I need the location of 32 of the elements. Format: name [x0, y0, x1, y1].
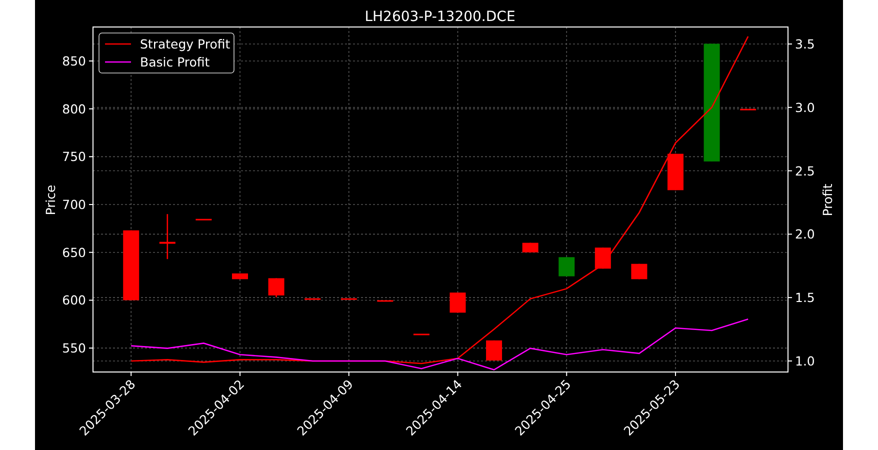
- y-tick-label: 3.5: [795, 36, 815, 52]
- y-tick-label: 850: [62, 53, 86, 68]
- y-tick-label: 1.5: [795, 290, 815, 306]
- candlestick: [558, 257, 575, 276]
- y-tick-label: 750: [62, 149, 86, 164]
- candlestick: [159, 214, 176, 260]
- legend-label: Strategy Profit: [140, 36, 230, 52]
- candlestick: [486, 340, 502, 361]
- candlestick: [304, 298, 321, 300]
- candlestick: [340, 298, 357, 300]
- y-axis-label: Profit: [820, 184, 835, 216]
- candlestick: [377, 300, 394, 302]
- legend-label: Basic Profit: [140, 54, 210, 70]
- y-axis-label: Price: [43, 184, 58, 216]
- y-tick-label: 650: [62, 244, 86, 260]
- candlestick: [631, 264, 648, 280]
- y-tick-label: 600: [62, 292, 86, 308]
- y-tick-label: 2.0: [795, 226, 815, 242]
- candlestick: [268, 278, 284, 298]
- chart-title: LH2603-P-13200.DCE: [364, 9, 516, 25]
- candlestick: [450, 292, 466, 313]
- candlestick: [196, 218, 212, 220]
- y-tick-label: 3.0: [795, 100, 815, 115]
- y-tick-label: 700: [62, 197, 86, 212]
- candlestick: [413, 334, 430, 336]
- y-tick-label: 800: [62, 101, 86, 116]
- y-tick-label: 550: [62, 340, 86, 356]
- candlestick: [668, 154, 684, 190]
- y-tick-label: 1.0: [795, 353, 815, 368]
- candlestick: [740, 108, 756, 110]
- candlestick: [123, 230, 140, 300]
- y-tick-label: 2.5: [795, 163, 815, 178]
